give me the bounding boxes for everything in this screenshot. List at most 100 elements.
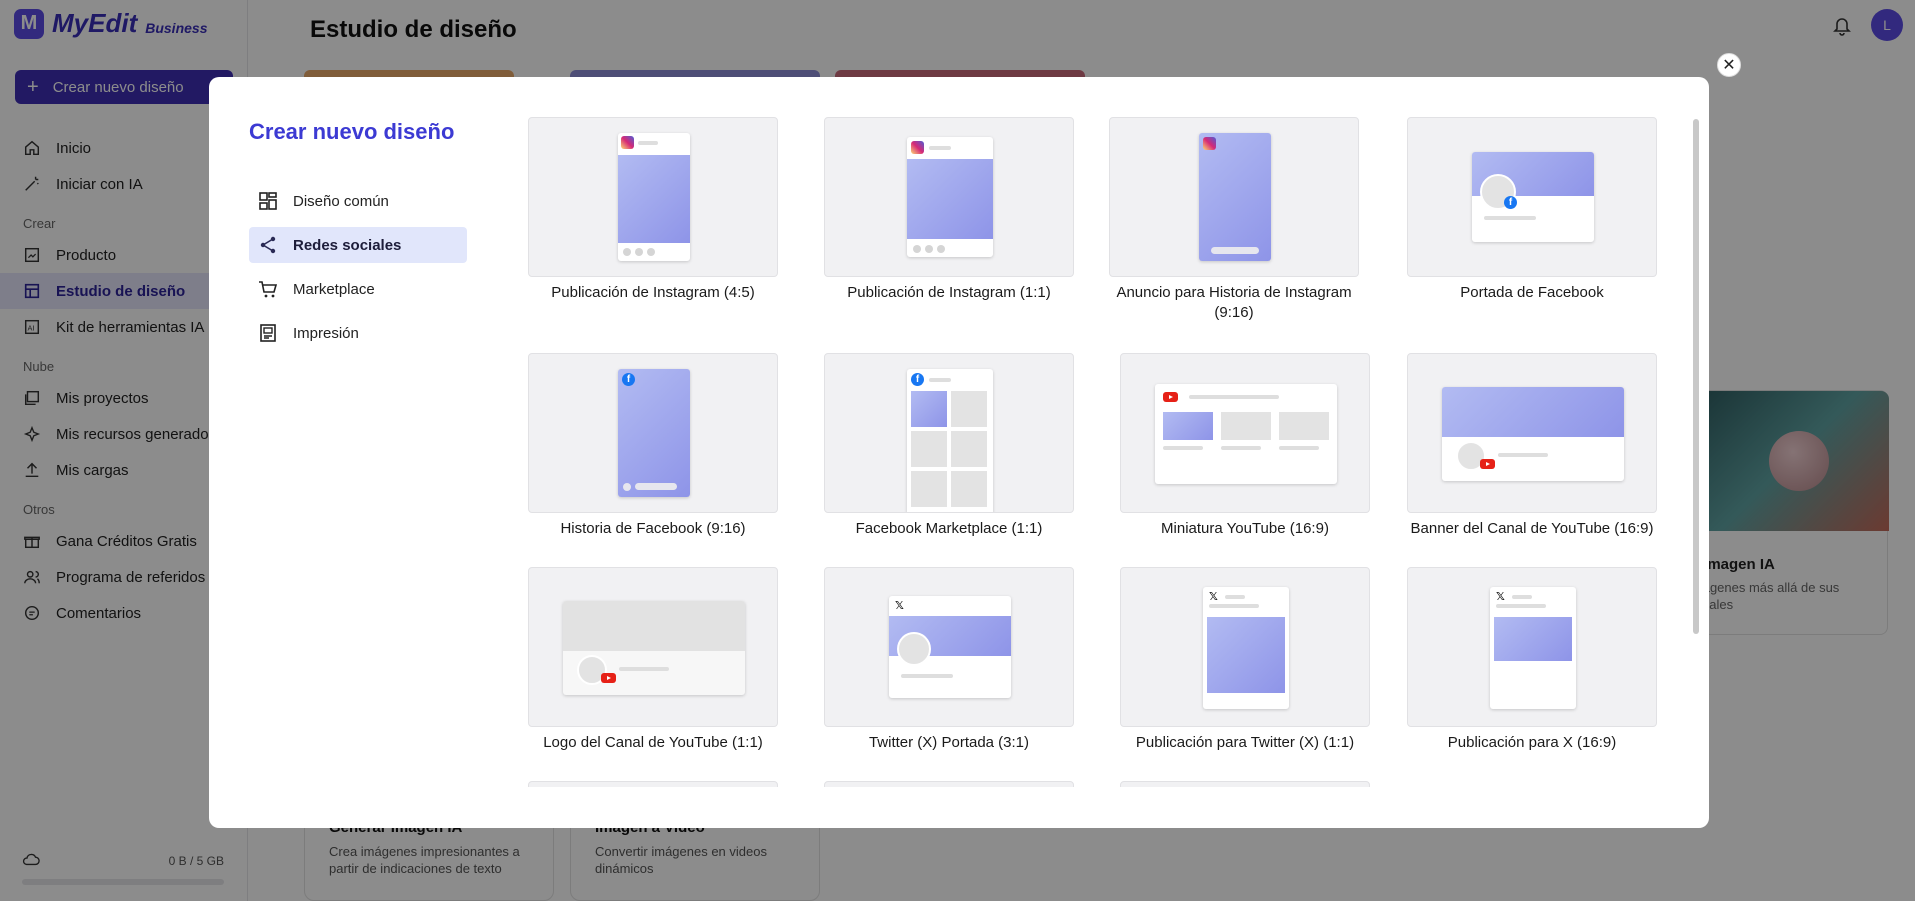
template-preview xyxy=(1120,353,1370,513)
template-label: Twitter (X) Portada (3:1) xyxy=(868,734,1030,751)
category-diseno-comun[interactable]: Diseño común xyxy=(249,183,467,219)
mock-video xyxy=(1163,412,1213,440)
mock-image xyxy=(907,159,993,239)
template-preview: 𝕏 xyxy=(1120,567,1370,727)
modal-scrollbar[interactable] xyxy=(1693,119,1699,634)
instagram-post-mockup xyxy=(907,137,993,257)
template-preview xyxy=(528,567,778,727)
mock-tile xyxy=(911,431,947,467)
mock-line xyxy=(1189,395,1279,399)
mock-line xyxy=(1512,595,1532,599)
mock-line xyxy=(638,141,658,145)
template-grid: Publicación de Instagram (4:5) Publicaci… xyxy=(509,117,1699,787)
facebook-icon: f xyxy=(1504,196,1517,209)
mock-line xyxy=(1484,216,1536,220)
youtube-thumbnail-mockup xyxy=(1155,384,1337,484)
mock-line xyxy=(929,378,951,382)
category-redes-sociales[interactable]: Redes sociales xyxy=(249,227,467,263)
mock-line xyxy=(1163,446,1203,450)
mock-line xyxy=(1209,604,1259,608)
x-logo-icon: 𝕏 xyxy=(895,600,904,612)
template-preview: 𝕏 xyxy=(1407,567,1657,727)
instagram-icon xyxy=(621,136,634,149)
template-label: Publicación para X (16:9) xyxy=(1447,734,1617,751)
mock-dot xyxy=(925,245,933,253)
mock-dot xyxy=(623,248,631,256)
mock-tile xyxy=(951,391,987,427)
template-preview xyxy=(1109,117,1359,277)
youtube-icon xyxy=(1163,392,1178,402)
close-icon[interactable]: ✕ xyxy=(1717,53,1741,77)
template-preview-partial[interactable] xyxy=(528,781,778,787)
category-impresion[interactable]: Impresión xyxy=(249,315,467,351)
category-list: Diseño común Redes sociales Marketplace … xyxy=(249,183,467,359)
template-preview xyxy=(824,117,1074,277)
category-marketplace[interactable]: Marketplace xyxy=(249,271,467,307)
mock-video xyxy=(1221,412,1271,440)
instagram-icon xyxy=(911,141,924,154)
youtube-icon xyxy=(1480,459,1495,469)
youtube-banner-mockup xyxy=(1442,387,1624,481)
twitter-post-mockup: 𝕏 xyxy=(1203,587,1289,709)
facebook-icon: f xyxy=(911,373,924,386)
template-preview xyxy=(528,117,778,277)
template-label: Facebook Marketplace (1:1) xyxy=(855,520,1043,537)
x-post-mockup: 𝕏 xyxy=(1490,587,1576,709)
template-preview-partial[interactable] xyxy=(824,781,1074,787)
mock-dot xyxy=(913,245,921,253)
grid-layout-icon xyxy=(257,190,279,212)
template-preview: f xyxy=(1407,117,1657,277)
mock-dot xyxy=(623,483,631,491)
mock-button xyxy=(635,483,677,490)
template-preview xyxy=(1407,353,1657,513)
share-icon xyxy=(257,234,279,256)
category-label: Impresión xyxy=(293,324,359,342)
mock-button xyxy=(1211,247,1259,254)
mock-tile xyxy=(911,391,947,427)
category-label: Redes sociales xyxy=(293,236,402,254)
category-label: Marketplace xyxy=(293,280,375,298)
facebook-marketplace-mockup: f xyxy=(907,369,993,512)
mock-video xyxy=(1279,412,1329,440)
cart-icon xyxy=(257,278,279,300)
modal-title: Crear nuevo diseño xyxy=(249,119,455,144)
template-label: Historia de Facebook (9:16) xyxy=(560,520,746,537)
facebook-icon: f xyxy=(622,373,635,386)
mock-line xyxy=(619,667,669,671)
mock-line xyxy=(1496,604,1546,608)
mock-line xyxy=(1221,446,1261,450)
template-label: Publicación de Instagram (1:1) xyxy=(847,284,1051,301)
template-preview: 𝕏 xyxy=(824,567,1074,727)
instagram-post-mockup xyxy=(618,133,690,261)
template-preview-partial[interactable] xyxy=(1120,781,1370,787)
template-label: Anuncio para Historia de Instagram (9:16… xyxy=(1116,284,1352,321)
instagram-story-mockup xyxy=(1199,133,1271,261)
mock-line xyxy=(901,674,953,678)
x-logo-icon: 𝕏 xyxy=(1496,591,1505,603)
template-label: Publicación para Twitter (X) (1:1) xyxy=(1135,734,1355,751)
mock-line xyxy=(929,146,951,150)
template-preview: f xyxy=(824,353,1074,513)
mock-banner xyxy=(563,601,745,651)
template-label: Portada de Facebook xyxy=(1460,284,1604,301)
twitter-cover-mockup: 𝕏 xyxy=(889,596,1011,698)
mock-image xyxy=(618,155,690,243)
template-label: Miniatura YouTube (16:9) xyxy=(1161,520,1329,537)
youtube-logo-mockup xyxy=(563,601,745,695)
mock-line xyxy=(1225,595,1245,599)
mock-banner xyxy=(1442,387,1624,437)
mock-line xyxy=(1279,446,1319,450)
mock-image xyxy=(1207,617,1285,693)
mock-tile xyxy=(951,471,987,507)
mock-image xyxy=(1494,617,1572,661)
template-label: Logo del Canal de YouTube (1:1) xyxy=(543,734,763,751)
mock-line xyxy=(1498,453,1548,457)
x-logo-icon: 𝕏 xyxy=(1209,591,1218,603)
facebook-cover-mockup: f xyxy=(1472,152,1594,242)
template-preview: f xyxy=(528,353,778,513)
mock-dot xyxy=(635,248,643,256)
print-icon xyxy=(257,322,279,344)
youtube-icon xyxy=(601,673,616,683)
mock-tile xyxy=(911,471,947,507)
template-label: Publicación de Instagram (4:5) xyxy=(551,284,755,301)
